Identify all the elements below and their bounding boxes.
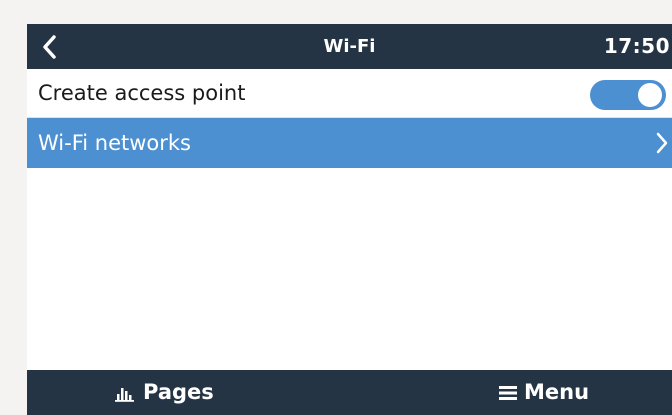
- access-point-toggle[interactable]: [590, 80, 666, 110]
- toggle-knob: [638, 83, 662, 107]
- chevron-right-icon: [656, 132, 668, 154]
- list-item-label: Create access point: [38, 81, 246, 105]
- hamburger-icon: [499, 385, 517, 400]
- list-item-wifi-networks[interactable]: Wi-Fi networks: [27, 118, 672, 168]
- pages-button[interactable]: Pages: [114, 370, 214, 415]
- pages-label: Pages: [143, 380, 214, 404]
- top-bar: Wi-Fi 17:50: [27, 24, 672, 69]
- menu-label: Menu: [524, 380, 590, 404]
- menu-button[interactable]: Menu: [499, 370, 589, 415]
- bottom-bar: Pages Menu: [27, 370, 672, 415]
- device-screen: Wi-Fi 17:50 Create access point Wi-Fi ne…: [27, 24, 672, 415]
- bar-chart-icon: [115, 387, 134, 402]
- list-item-create-access-point[interactable]: Create access point: [27, 69, 672, 118]
- page-title: Wi-Fi: [323, 36, 376, 57]
- clock: 17:50: [603, 34, 670, 58]
- list-item-label: Wi-Fi networks: [38, 131, 191, 155]
